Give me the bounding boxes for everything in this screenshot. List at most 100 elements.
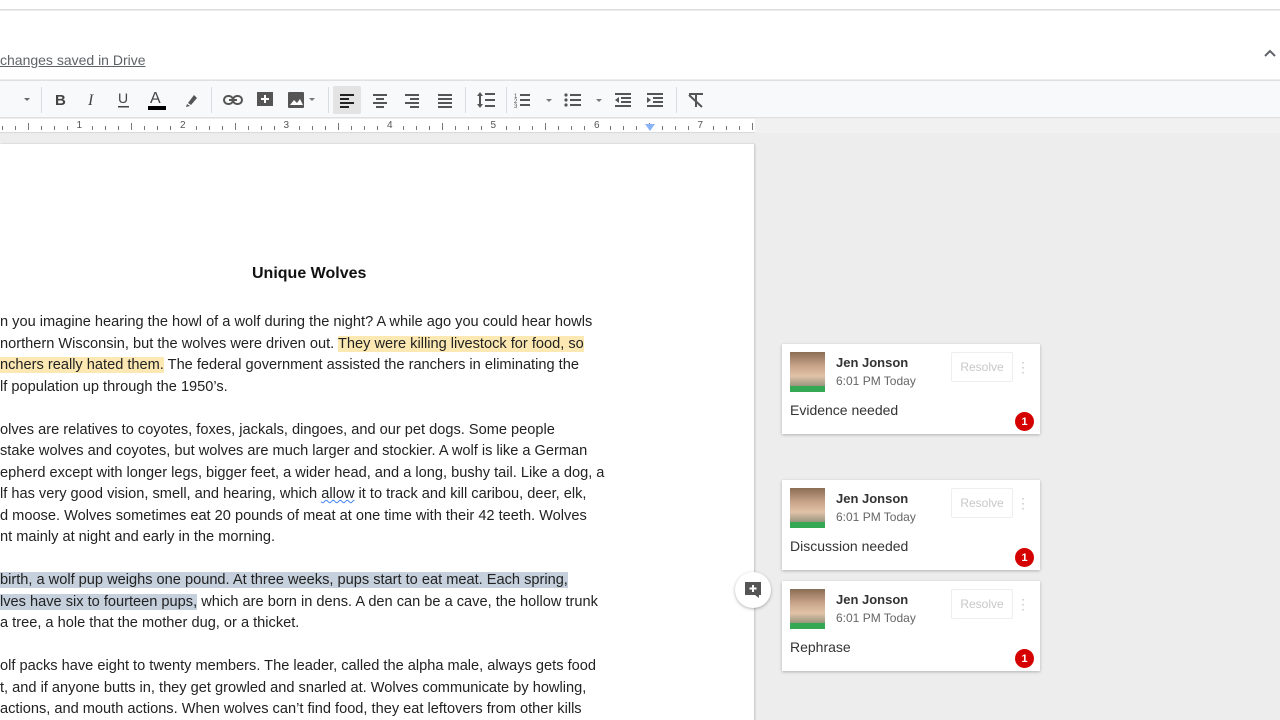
ruler-tick bbox=[131, 123, 133, 130]
numbered-list-icon[interactable]: 123 bbox=[512, 86, 556, 114]
bulleted-list-icon[interactable] bbox=[562, 86, 606, 114]
ruler-tick bbox=[519, 126, 521, 130]
svg-text:B: B bbox=[55, 92, 66, 108]
bold-button[interactable]: B bbox=[46, 86, 74, 114]
resolve-button[interactable]: Resolve bbox=[951, 488, 1013, 518]
commented-text-highlight[interactable]: They were killing livestock for food, so bbox=[338, 336, 584, 352]
resolve-button[interactable]: Resolve bbox=[951, 589, 1013, 619]
ruler-tick bbox=[105, 126, 107, 130]
ruler-tick bbox=[428, 126, 430, 130]
line-spacing-icon[interactable] bbox=[472, 86, 500, 114]
comment-card[interactable]: Jen Jonson 6:01 PM Today Resolve ⋮ Evide… bbox=[782, 344, 1040, 434]
ruler-tick bbox=[14, 126, 16, 130]
ruler-tick bbox=[27, 123, 29, 130]
text-color-button[interactable]: A bbox=[143, 86, 171, 114]
svg-text:A: A bbox=[150, 90, 161, 107]
horizontal-ruler[interactable]: 1 2 3 4 5 6 7 bbox=[0, 119, 755, 133]
ruler-tick bbox=[208, 126, 210, 130]
ruler-tick bbox=[40, 126, 42, 130]
comment-card[interactable]: Jen Jonson 6:01 PM Today Resolve ⋮ Discu… bbox=[782, 480, 1040, 570]
paragraph-line: olves are relatives to coyotes, foxes, j… bbox=[0, 422, 555, 438]
paragraph-line: t, and if anyone butts in, they get grow… bbox=[0, 680, 587, 696]
insert-link-icon[interactable] bbox=[219, 86, 247, 114]
comment-author: Jen Jonson bbox=[836, 592, 909, 607]
ruler-tick bbox=[558, 126, 560, 130]
toolbar-separator bbox=[328, 87, 329, 113]
window-top-strip bbox=[0, 0, 1280, 10]
comment-card[interactable]: Jen Jonson 6:01 PM Today Resolve ⋮ Rephr… bbox=[782, 581, 1040, 671]
formatting-toolbar: B I U A 123 bbox=[0, 80, 1280, 118]
paragraph-line: actions, and mouth actions. When wolves … bbox=[0, 701, 582, 717]
paragraph-line: birth, a wolf pup weighs one pound. At t… bbox=[0, 570, 568, 591]
paragraph-line: n you imagine hearing the howl of a wolf… bbox=[0, 314, 593, 330]
justify-icon[interactable] bbox=[431, 86, 459, 114]
resolve-button[interactable]: Resolve bbox=[951, 352, 1013, 382]
selected-text-highlight[interactable]: lves have six to fourteen pups, bbox=[0, 594, 198, 610]
insert-image-icon[interactable] bbox=[283, 86, 321, 114]
toolbar-separator bbox=[465, 87, 466, 113]
ruler-end-marker bbox=[752, 123, 753, 130]
grammar-suggestion[interactable]: allow bbox=[321, 486, 354, 502]
decrease-indent-icon[interactable] bbox=[609, 86, 637, 114]
toolbar-separator bbox=[41, 87, 42, 113]
ruler-tick bbox=[299, 126, 301, 130]
ruler-tick bbox=[726, 126, 728, 130]
ruler-tick bbox=[157, 126, 159, 130]
document-title: Unique Wolves bbox=[252, 265, 367, 282]
ruler-tick bbox=[609, 126, 611, 130]
paragraph-line: lf has very good vision, smell, and hear… bbox=[0, 486, 587, 502]
more-options-icon[interactable]: ⋮ bbox=[1016, 494, 1030, 514]
font-size-dropdown-arrow-icon[interactable] bbox=[18, 86, 36, 114]
align-right-icon[interactable] bbox=[398, 86, 426, 114]
comment-author: Jen Jonson bbox=[836, 355, 909, 370]
add-comment-icon[interactable] bbox=[251, 86, 279, 114]
commented-text-highlight[interactable]: nchers really hated them. bbox=[0, 357, 164, 373]
ruler-tick bbox=[467, 126, 469, 130]
save-status-link[interactable]: changes saved in Drive bbox=[0, 52, 146, 68]
comment-text: Evidence needed bbox=[790, 402, 899, 418]
avatar bbox=[790, 352, 825, 392]
paragraph-line: nchers really hated them. The federal go… bbox=[0, 357, 579, 373]
document-page[interactable]: Unique Wolves n you imagine hearing the … bbox=[0, 144, 754, 720]
underline-button[interactable]: U bbox=[110, 86, 138, 114]
document-header: changes saved in Drive bbox=[0, 11, 1280, 79]
paragraph-line: epherd except with longer legs, bigger f… bbox=[0, 465, 605, 481]
ruler-tick bbox=[1, 126, 3, 130]
increase-indent-icon[interactable] bbox=[641, 86, 669, 114]
ruler-number: 2 bbox=[180, 120, 186, 131]
selected-text-highlight[interactable]: birth, a wolf pup weighs one pound. At t… bbox=[0, 572, 568, 588]
right-indent-marker[interactable] bbox=[645, 124, 655, 131]
comment-text: Rephrase bbox=[790, 639, 851, 655]
ruler-tick bbox=[480, 126, 482, 130]
add-comment-icon bbox=[745, 582, 761, 598]
svg-text:U: U bbox=[118, 91, 128, 106]
collapse-menus-icon[interactable] bbox=[1262, 45, 1280, 63]
paragraph-line: d moose. Wolves sometimes eat 20 pounds … bbox=[0, 508, 587, 524]
notification-badge: 1 bbox=[1015, 649, 1034, 668]
avatar bbox=[790, 488, 825, 528]
comment-time: 6:01 PM Today bbox=[836, 510, 916, 524]
paragraph-line: northern Wisconsin, but the wolves were … bbox=[0, 336, 584, 352]
add-comment-button[interactable] bbox=[735, 572, 771, 608]
ruler-tick bbox=[506, 126, 508, 130]
ruler-tick bbox=[66, 126, 68, 130]
ruler-number: 1 bbox=[76, 120, 83, 131]
ruler-tick bbox=[402, 126, 404, 130]
italic-button[interactable]: I bbox=[78, 86, 106, 114]
ruler-tick bbox=[234, 123, 236, 130]
ruler-tick bbox=[545, 123, 547, 130]
ruler-tick bbox=[247, 126, 249, 130]
more-options-icon[interactable]: ⋮ bbox=[1016, 358, 1030, 378]
highlight-color-icon[interactable] bbox=[178, 86, 206, 114]
more-options-icon[interactable]: ⋮ bbox=[1016, 595, 1030, 615]
ruler-tick bbox=[351, 126, 353, 130]
align-center-icon[interactable] bbox=[366, 86, 394, 114]
comment-text: Discussion needed bbox=[790, 538, 909, 554]
clear-formatting-icon[interactable] bbox=[682, 86, 710, 114]
toolbar-separator bbox=[676, 87, 677, 113]
ruler-number: 3 bbox=[283, 120, 290, 131]
ruler-tick bbox=[584, 126, 586, 130]
paragraph-line: lf population up through the 1950’s. bbox=[0, 379, 228, 395]
align-left-icon[interactable] bbox=[333, 86, 361, 114]
svg-text:I: I bbox=[87, 92, 94, 108]
